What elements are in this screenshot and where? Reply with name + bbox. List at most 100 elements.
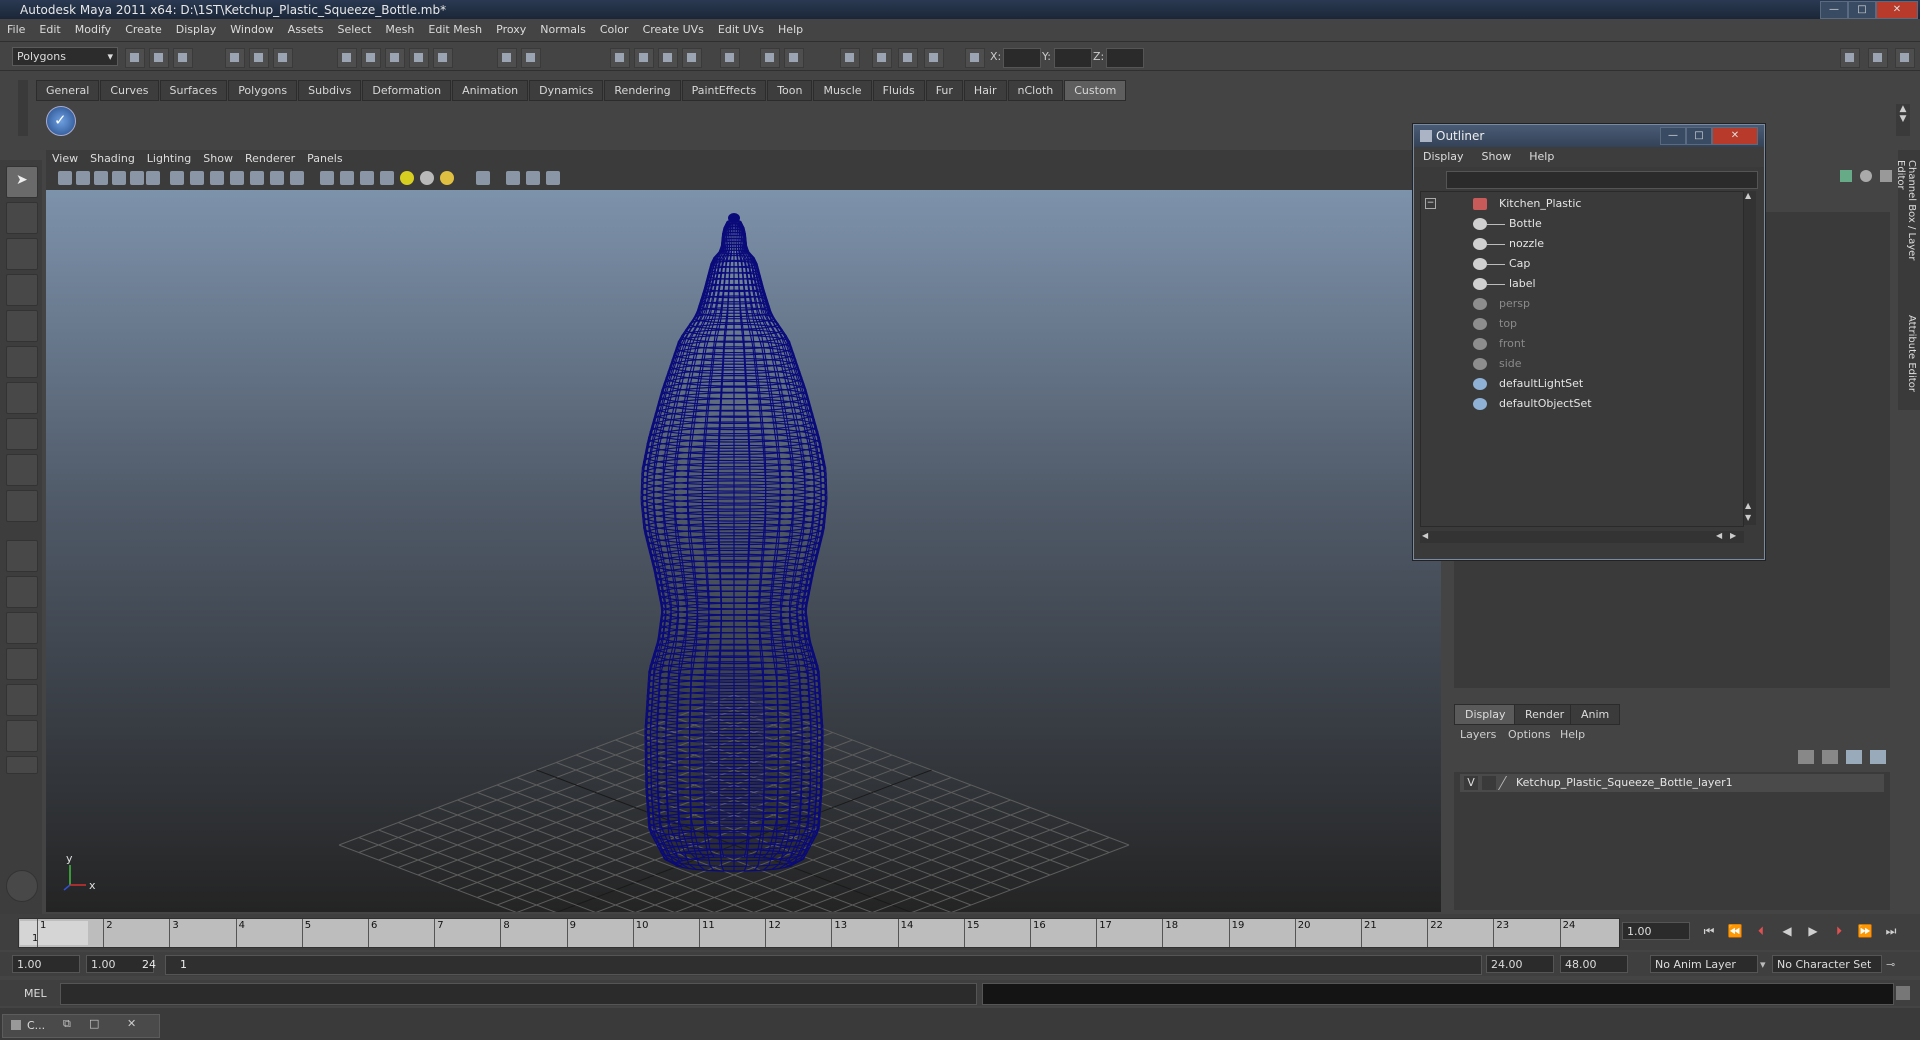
shadows-icon[interactable] <box>360 171 374 185</box>
gate-mask-icon[interactable] <box>190 171 204 185</box>
shelf-options-handle[interactable] <box>18 80 28 136</box>
outliner-close-button[interactable]: ✕ <box>1712 127 1758 145</box>
shelf-tab-dynamics[interactable]: Dynamics <box>529 80 604 101</box>
menu-file[interactable]: File <box>0 19 32 40</box>
menu-edit[interactable]: Edit <box>32 19 67 40</box>
layer-display-type-toggle[interactable] <box>1482 776 1496 790</box>
menu-create-uvs[interactable]: Create UVs <box>636 19 711 40</box>
safe-title-icon[interactable] <box>250 171 264 185</box>
scroll-up-icon[interactable]: ▲ <box>1745 191 1751 200</box>
shelf-tab-painteffects[interactable]: PaintEffects <box>681 80 767 101</box>
safe-action-icon[interactable] <box>230 171 244 185</box>
menu-display[interactable]: Display <box>169 19 224 40</box>
outliner-item-default-light-set[interactable]: defaultLightSet <box>1421 374 1741 394</box>
scroll-right-icon[interactable]: ▶ <box>1730 531 1736 540</box>
shelf-tab-surfaces[interactable]: Surfaces <box>159 80 228 101</box>
new-scene-icon[interactable] <box>125 48 145 68</box>
paint-select-tool-icon[interactable] <box>6 238 38 270</box>
share-icon[interactable] <box>546 171 560 185</box>
menu-color[interactable]: Color <box>593 19 636 40</box>
perspective-viewport[interactable]: y x <box>46 190 1441 912</box>
time-slider[interactable]: 1 1 2 3 4 5 6 7 8 9 10 11 12 13 14 15 16 17 18 19 20 21 22 23 2… <box>18 918 1620 948</box>
new-layer-icon[interactable] <box>1846 750 1862 764</box>
new-layer-selected-icon[interactable] <box>1870 750 1886 764</box>
attribute-toggle-icon[interactable] <box>784 48 804 68</box>
hypershade-icon[interactable] <box>682 48 702 68</box>
command-language-label[interactable]: MEL <box>24 987 47 1000</box>
image-plane-icon[interactable] <box>112 171 126 185</box>
shelf-tab-rendering[interactable]: Rendering <box>604 80 681 101</box>
shelf-tab-fur[interactable]: Fur <box>925 80 963 101</box>
restore-icon[interactable]: ⧉ <box>63 1017 71 1031</box>
layer-tab-display[interactable]: Display <box>1454 704 1517 725</box>
lasso-tool-icon[interactable] <box>6 202 38 234</box>
show-manipulator-tool-icon[interactable] <box>6 454 38 486</box>
display-icon[interactable] <box>840 48 860 68</box>
menu-help[interactable]: Help <box>771 19 810 40</box>
step-back-key-icon[interactable]: ⏪ <box>1726 922 1744 940</box>
menu-create[interactable]: Create <box>118 19 169 40</box>
animation-start-field[interactable]: 1.00 <box>12 955 80 973</box>
rotate-tool-icon[interactable] <box>6 310 38 342</box>
channel-box-tab[interactable]: Channel Box / Layer Editor <box>1895 160 1917 290</box>
menu-mesh[interactable]: Mesh <box>378 19 421 40</box>
outliner-maximize-button[interactable]: □ <box>1686 127 1712 145</box>
shelf-tab-subdivs[interactable]: Subdivs <box>298 80 362 101</box>
lock-icon[interactable] <box>521 48 541 68</box>
outliner-item-persp[interactable]: persp <box>1421 294 1741 314</box>
outliner-item-nozzle[interactable]: nozzle <box>1421 234 1741 254</box>
menu-modify[interactable]: Modify <box>68 19 118 40</box>
shelf-tab-custom[interactable]: Custom <box>1064 80 1127 101</box>
layer-color-swatch[interactable] <box>1497 776 1518 790</box>
frame-all-icon[interactable] <box>526 171 540 185</box>
menu-edit-mesh[interactable]: Edit Mesh <box>421 19 489 40</box>
play-forwards-icon[interactable]: ▶ <box>1804 922 1822 940</box>
step-forward-frame-icon[interactable]: ⏵ <box>1830 922 1848 940</box>
layer-menu-layers[interactable]: Layers <box>1460 728 1496 741</box>
layer-menu-options[interactable]: Options <box>1508 728 1550 741</box>
step-forward-key-icon[interactable]: ⏩ <box>1856 922 1874 940</box>
y-field[interactable] <box>1054 48 1092 68</box>
show-attribute-editor-icon[interactable] <box>1868 48 1888 68</box>
outliner-item-front[interactable]: front <box>1421 334 1741 354</box>
graph-layout-icon[interactable] <box>6 720 38 752</box>
viewport-menu-view[interactable]: View <box>46 150 84 167</box>
go-to-end-icon[interactable]: ⏭ <box>1882 922 1900 940</box>
select-tool-icon[interactable]: ➤ <box>6 166 38 198</box>
outliner-search-input[interactable] <box>1446 171 1758 189</box>
outliner-item-side[interactable]: side <box>1421 354 1741 374</box>
shelf-tab-fluids[interactable]: Fluids <box>872 80 925 101</box>
minimize-button[interactable]: — <box>1820 1 1848 19</box>
select-component-icon[interactable] <box>273 48 293 68</box>
shelf-tab-ncloth[interactable]: nCloth <box>1007 80 1064 101</box>
layer-menu-help[interactable]: Help <box>1560 728 1585 741</box>
shelf-tab-curves[interactable]: Curves <box>100 80 159 101</box>
range-slider[interactable]: 1 24 <box>142 955 1482 975</box>
current-time-field[interactable]: 1.00 <box>1622 922 1690 940</box>
step-back-frame-icon[interactable]: ⏴ <box>1752 922 1770 940</box>
isolate-select-icon[interactable] <box>476 171 490 185</box>
snap-curve-icon[interactable] <box>361 48 381 68</box>
menu-assets[interactable]: Assets <box>281 19 331 40</box>
attribute-editor-tab[interactable]: Attribute Editor <box>1901 315 1917 405</box>
viewport-menu-renderer[interactable]: Renderer <box>239 150 301 167</box>
close-icon[interactable]: ✕ <box>127 1017 136 1030</box>
move-layer-up-icon[interactable] <box>1798 750 1814 764</box>
snap-grid-icon[interactable] <box>337 48 357 68</box>
smooth-shade-icon[interactable] <box>290 171 304 185</box>
xray-icon[interactable] <box>320 171 334 185</box>
manipulator-tool-icon[interactable] <box>6 382 38 414</box>
channel-pin-icon[interactable] <box>1880 170 1892 182</box>
persp-graph-layout-icon[interactable] <box>6 648 38 680</box>
wireframe-icon[interactable] <box>270 171 284 185</box>
character-set-dropdown[interactable]: No Character Set <box>1772 955 1882 973</box>
go-to-start-icon[interactable]: ⏮ <box>1700 922 1718 940</box>
grid-icon[interactable] <box>130 171 144 185</box>
channel-options-icon[interactable] <box>1860 170 1872 182</box>
scroll-left-icon[interactable]: ◀ <box>1716 531 1722 540</box>
close-button[interactable]: ✕ <box>1876 1 1918 19</box>
all-lights-icon[interactable] <box>420 171 434 185</box>
menu-select[interactable]: Select <box>330 19 378 40</box>
anim-layer-dropdown[interactable]: No Anim Layer <box>1650 955 1758 973</box>
outliner-vertical-scrollbar[interactable]: ▲ ▲ ▼ <box>1744 191 1756 525</box>
